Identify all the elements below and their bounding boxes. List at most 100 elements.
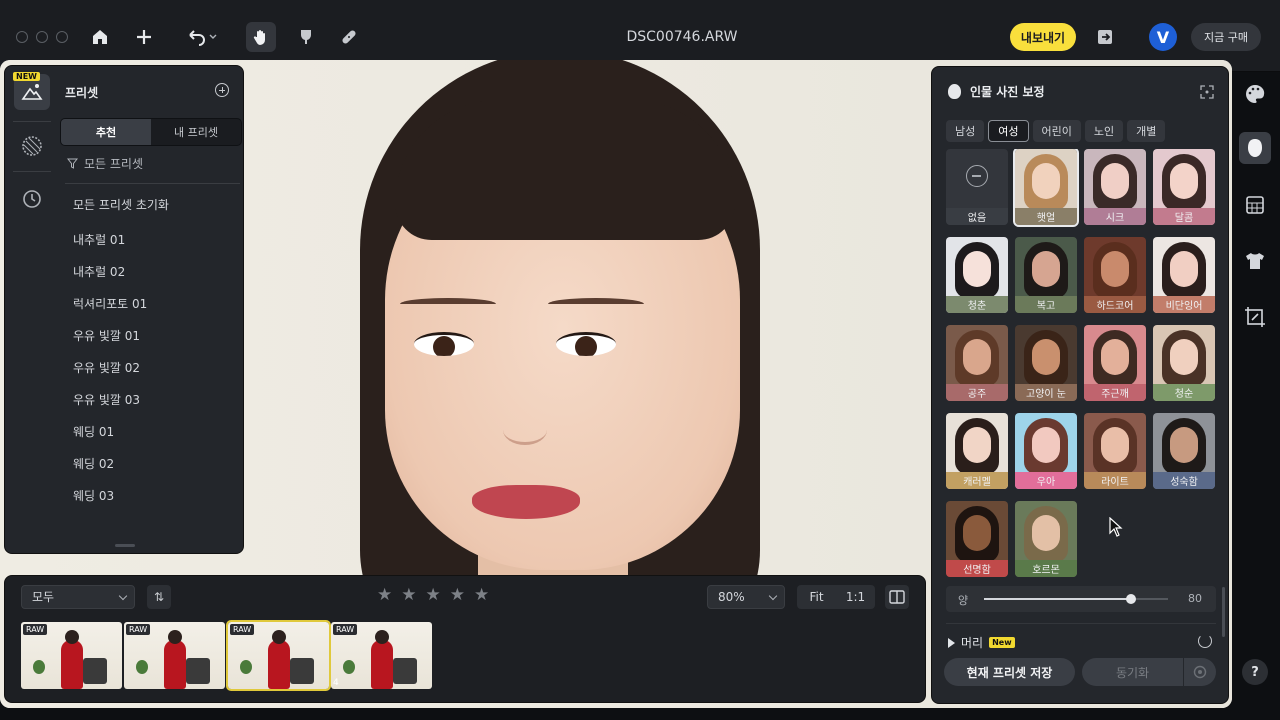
tab-male[interactable]: 남성 xyxy=(946,120,985,142)
portrait-preset-card[interactable]: 청순 xyxy=(1153,325,1215,401)
portrait-preset-card[interactable]: 공주 xyxy=(946,325,1008,401)
buy-now-button[interactable]: 지금 구매 xyxy=(1191,23,1261,51)
filmstrip: 모두 ⇅ ★ ★ ★ ★ ★ 80% Fit 1:1 RAW RAW RAW R… xyxy=(4,575,926,703)
crop-icon[interactable] xyxy=(1243,305,1267,329)
photo-left-eye xyxy=(414,332,474,356)
thumb-chair xyxy=(290,658,314,684)
portrait-preset-card[interactable]: 비단잉어 xyxy=(1153,237,1215,313)
preset-item[interactable]: 내추럴 01 xyxy=(73,231,125,248)
thumbnail-selected[interactable]: RAW xyxy=(226,620,331,691)
add-preset-icon[interactable] xyxy=(215,83,229,97)
compare-view-icon[interactable] xyxy=(885,585,909,609)
portrait-preset-card[interactable]: 청춘 xyxy=(946,237,1008,313)
new-badge: New xyxy=(989,637,1015,648)
filter-select[interactable]: 모두 xyxy=(21,585,135,609)
portrait-preset-card[interactable]: 없음 xyxy=(946,149,1008,225)
raw-badge: RAW xyxy=(230,624,255,635)
preset-item[interactable]: 웨딩 02 xyxy=(73,455,114,472)
texture-icon[interactable] xyxy=(19,133,45,159)
thumb-head xyxy=(168,630,182,644)
thumbnail[interactable]: RAW 4 xyxy=(331,622,432,689)
preset-portrait-face xyxy=(963,251,991,287)
portrait-preset-card[interactable]: 호르몬 xyxy=(1015,501,1077,577)
reset-all-presets[interactable]: 모든 프리셋 초기화 xyxy=(73,196,169,213)
save-current-preset-button[interactable]: 현재 프리셋 저장 xyxy=(944,658,1075,686)
one-to-one-button[interactable]: 1:1 xyxy=(836,585,875,609)
sync-settings-icon[interactable] xyxy=(1184,658,1216,686)
thumbnail[interactable]: RAW xyxy=(124,622,225,689)
reset-icon[interactable] xyxy=(1198,634,1212,648)
avatar[interactable]: V xyxy=(1149,23,1177,51)
expand-icon[interactable] xyxy=(1200,84,1214,99)
export-button[interactable]: 내보내기 xyxy=(1010,23,1076,51)
portrait-preset-label: 달콤 xyxy=(1153,208,1215,225)
sort-button[interactable]: ⇅ xyxy=(147,585,171,609)
zoom-select[interactable]: 80% xyxy=(707,585,785,609)
photo-left-brow xyxy=(400,298,496,310)
thumb-head xyxy=(272,630,286,644)
tab-individual[interactable]: 개별 xyxy=(1127,120,1166,142)
slider-track[interactable] xyxy=(984,594,1168,604)
expand-arrow-icon xyxy=(948,637,955,648)
slider-knob[interactable] xyxy=(1126,594,1137,604)
amount-slider[interactable]: 양 80 xyxy=(946,586,1216,612)
portrait-preset-label: 호르몬 xyxy=(1015,560,1077,577)
panel-scrollbar[interactable] xyxy=(1222,587,1225,637)
portrait-preset-label: 청춘 xyxy=(946,296,1008,313)
panel-resize-handle[interactable] xyxy=(115,544,135,547)
background-pattern-icon[interactable] xyxy=(1243,193,1267,217)
star-icon[interactable]: ★ xyxy=(426,587,441,604)
tab-female[interactable]: 여성 xyxy=(988,120,1029,142)
history-icon[interactable] xyxy=(19,186,45,212)
portrait-preset-card[interactable]: 시크 xyxy=(1084,149,1146,225)
portrait-preset-card[interactable]: 주근깨 xyxy=(1084,325,1146,401)
preset-item[interactable]: 럭셔리포토 01 xyxy=(73,295,147,312)
preset-panel-title: 프리셋 xyxy=(65,86,99,100)
thumb-plant xyxy=(33,660,45,674)
star-icon[interactable]: ★ xyxy=(474,587,489,604)
preset-item[interactable]: 웨딩 03 xyxy=(73,487,114,504)
thumbnail[interactable]: RAW xyxy=(21,622,122,689)
portrait-preset-label: 햇얼 xyxy=(1015,208,1077,225)
tab-recommended[interactable]: 추천 xyxy=(61,119,151,145)
portrait-preset-label: 주근깨 xyxy=(1084,384,1146,401)
preset-item[interactable]: 우유 빛깔 03 xyxy=(73,391,140,408)
hair-section-toggle[interactable]: 머리 New xyxy=(948,634,1015,651)
preset-item[interactable]: 웨딩 01 xyxy=(73,423,114,440)
none-icon xyxy=(966,165,988,187)
portrait-preset-card[interactable]: 라이트 xyxy=(1084,413,1146,489)
tab-children[interactable]: 어린이 xyxy=(1032,120,1081,142)
zoom-value: 80% xyxy=(718,590,745,604)
portrait-preset-card[interactable]: 선명함 xyxy=(946,501,1008,577)
clothing-icon[interactable] xyxy=(1243,249,1267,273)
preset-filter[interactable]: 모든 프리셋 xyxy=(67,155,143,172)
star-icon[interactable]: ★ xyxy=(450,587,465,604)
preset-portrait-face xyxy=(1032,427,1060,463)
portrait-preset-card[interactable]: 캐러멜 xyxy=(946,413,1008,489)
portrait-preset-label: 라이트 xyxy=(1084,472,1146,489)
thumb-head xyxy=(375,630,389,644)
preset-portrait-face xyxy=(1101,339,1129,375)
star-icon[interactable]: ★ xyxy=(377,587,392,604)
sync-button[interactable]: 동기화 xyxy=(1082,658,1183,686)
portrait-preset-card[interactable]: 고양이 눈 xyxy=(1015,325,1077,401)
portrait-preset-card[interactable]: 우아 xyxy=(1015,413,1077,489)
preset-item[interactable]: 우유 빛깔 02 xyxy=(73,359,140,376)
share-icon[interactable] xyxy=(1090,22,1120,52)
portrait-preset-card[interactable]: 성숙함 xyxy=(1153,413,1215,489)
preset-item[interactable]: 우유 빛깔 01 xyxy=(73,327,140,344)
tab-elderly[interactable]: 노인 xyxy=(1084,120,1124,142)
fit-button[interactable]: Fit xyxy=(797,585,836,609)
portrait-preset-card[interactable]: 하드코어 xyxy=(1084,237,1146,313)
palette-icon[interactable] xyxy=(1243,82,1267,106)
portrait-preset-label: 고양이 눈 xyxy=(1015,384,1077,401)
star-icon[interactable]: ★ xyxy=(401,587,416,604)
face-retouch-icon[interactable] xyxy=(1243,136,1267,160)
portrait-preset-card[interactable]: 복고 xyxy=(1015,237,1077,313)
preset-item[interactable]: 내추럴 02 xyxy=(73,263,125,280)
tab-my-presets[interactable]: 내 프리셋 xyxy=(151,119,241,145)
portrait-preset-card[interactable]: 달콤 xyxy=(1153,149,1215,225)
thumb-chair xyxy=(393,658,417,684)
help-button[interactable]: ? xyxy=(1242,659,1268,685)
portrait-preset-card[interactable]: 햇얼 xyxy=(1013,149,1079,227)
